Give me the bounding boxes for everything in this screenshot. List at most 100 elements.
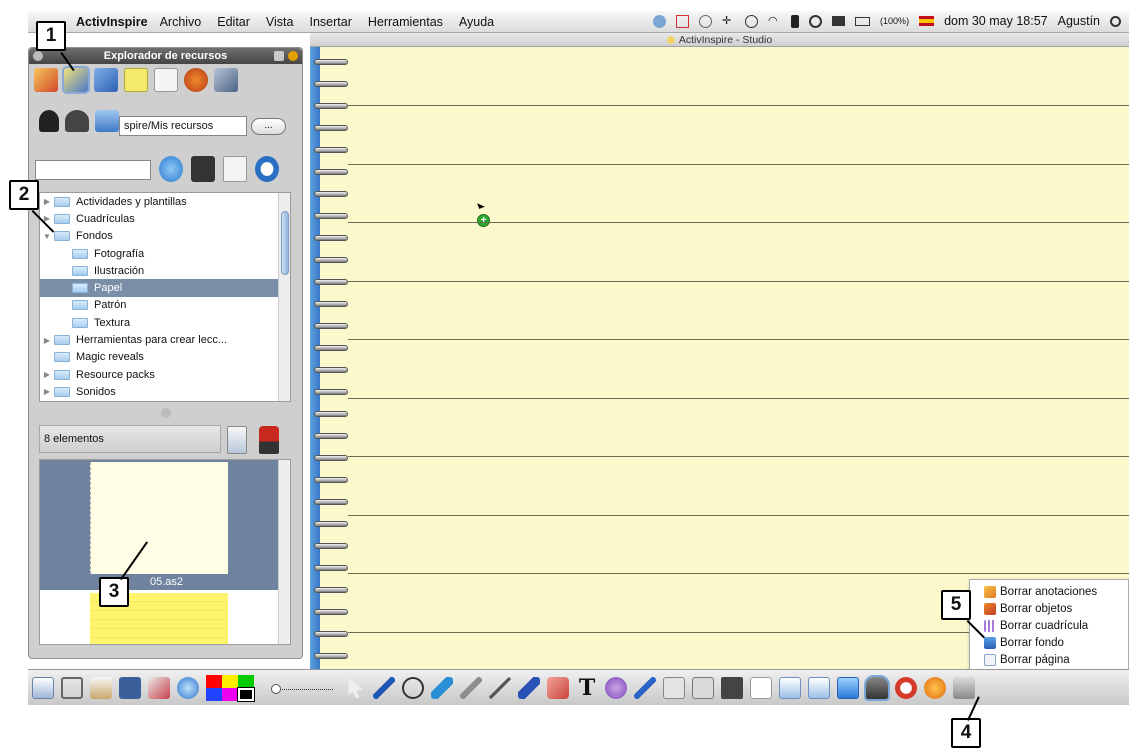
color-blue[interactable] <box>206 687 222 701</box>
computer-resources-icon[interactable] <box>95 110 119 132</box>
tree-item[interactable]: ▼ Fondos <box>40 228 290 245</box>
menu-clear-page[interactable]: Borrar página <box>984 651 1128 668</box>
resource-browser-tab-icon[interactable] <box>62 66 90 94</box>
menu-vista[interactable]: Vista <box>266 15 294 29</box>
panel-menu-icon[interactable] <box>274 51 284 61</box>
record-icon[interactable] <box>699 14 713 28</box>
my-resources-icon[interactable] <box>39 110 59 132</box>
menu-archivo[interactable]: Archivo <box>160 15 202 29</box>
spain-flag-icon[interactable] <box>919 16 935 26</box>
search-magnifier-icon[interactable] <box>255 156 279 182</box>
color-green[interactable] <box>238 674 254 688</box>
search-options-icon[interactable] <box>191 156 215 182</box>
orange-tool-icon[interactable] <box>924 676 946 699</box>
web-browser-icon[interactable] <box>177 676 199 699</box>
tree-item[interactable]: ▶ Sonidos <box>40 383 290 400</box>
pen-tool-icon[interactable] <box>373 676 395 699</box>
tree-scrollbar[interactable] <box>278 193 290 401</box>
tool-settings-icon[interactable] <box>148 676 170 699</box>
panel-close-icon[interactable] <box>33 51 43 61</box>
display-icon[interactable] <box>832 16 846 26</box>
clock-icon[interactable] <box>745 14 759 28</box>
next-page-icon[interactable] <box>808 676 830 699</box>
toolbar-more-icon[interactable] <box>953 676 975 699</box>
tree-item[interactable]: Magic reveals <box>40 349 290 366</box>
color-yellow[interactable] <box>222 674 238 688</box>
move-icon[interactable]: ✛ <box>722 15 735 28</box>
spotlight-search-icon[interactable] <box>1110 15 1121 27</box>
resource-path-field[interactable]: spire/Mis recursos <box>119 116 247 136</box>
shape-tool-icon[interactable] <box>402 676 424 699</box>
menu-clear-grid[interactable]: Borrar cuadrícula <box>984 617 1128 634</box>
panel-pin-icon[interactable] <box>288 51 298 61</box>
user-name[interactable]: Agustín <box>1058 14 1100 28</box>
thumbnail-selected[interactable]: 05.as2 <box>40 460 278 590</box>
resource-search-input[interactable] <box>35 160 151 180</box>
tree-item[interactable]: Ilustración <box>40 262 290 279</box>
tree-item[interactable]: ▶ Herramientas para crear lecc... <box>40 331 290 348</box>
clock-datetime[interactable]: dom 30 may 18:57 <box>944 14 1048 28</box>
color-black[interactable] <box>237 686 255 702</box>
tree-item[interactable]: ▶ Actividades y plantillas <box>40 193 290 210</box>
page-browser-tab-icon[interactable] <box>34 68 58 92</box>
profile-icon[interactable] <box>90 676 112 699</box>
search-go-icon[interactable] <box>159 156 183 182</box>
disclosure-triangle-icon[interactable]: ▼ <box>40 232 54 241</box>
action-browser-tab-icon[interactable] <box>184 68 208 92</box>
fullscreen-icon[interactable] <box>61 676 83 699</box>
collapse-handle-icon[interactable] <box>161 408 171 418</box>
tree-item[interactable]: Papel <box>40 279 290 297</box>
clear-tool-icon[interactable] <box>864 674 890 701</box>
main-menu-icon[interactable] <box>32 676 54 699</box>
pen-width-slider[interactable] <box>271 678 337 698</box>
menu-clear-annotations[interactable]: Borrar anotaciones <box>984 583 1128 600</box>
select-tool-icon[interactable] <box>348 677 363 699</box>
battery-icon[interactable] <box>855 16 871 26</box>
tree-item[interactable]: Patrón <box>40 297 290 314</box>
disclosure-triangle-icon[interactable]: ▶ <box>40 370 54 379</box>
voting-browser-tab-icon[interactable] <box>214 68 238 92</box>
shared-resources-icon[interactable] <box>65 110 89 132</box>
tree-item[interactable]: ▶ Cuadrículas <box>40 210 290 227</box>
disclosure-triangle-icon[interactable]: ▶ <box>40 387 54 396</box>
reset-page-icon[interactable] <box>837 676 859 699</box>
color-magenta[interactable] <box>222 687 238 701</box>
menu-herramientas[interactable]: Herramientas <box>368 15 443 29</box>
menu-ayuda[interactable]: Ayuda <box>459 15 494 29</box>
blank-page-icon[interactable] <box>750 676 772 699</box>
magic-ink-tool-icon[interactable] <box>518 676 540 699</box>
menu-clear-background[interactable]: Borrar fondo <box>984 634 1128 651</box>
wifi-icon[interactable]: ◠ <box>768 15 781 28</box>
close-box-icon[interactable] <box>676 14 690 28</box>
lock-icon[interactable] <box>791 14 800 28</box>
search-list-icon[interactable] <box>223 156 247 182</box>
pen-width-knob[interactable] <box>271 683 281 694</box>
menu-insertar[interactable]: Insertar <box>309 15 351 29</box>
property-browser-tab-icon[interactable] <box>154 68 178 92</box>
color-red[interactable] <box>206 674 222 688</box>
menu-clear-objects[interactable]: Borrar objetos <box>984 600 1128 617</box>
app-menu[interactable]: ActivInspire <box>76 15 148 29</box>
resource-list-view-icon[interactable] <box>227 426 247 454</box>
menu-editar[interactable]: Editar <box>217 15 250 29</box>
calculator-icon[interactable] <box>663 676 685 699</box>
browse-path-button[interactable]: ... <box>251 118 286 135</box>
fill-tool-icon[interactable] <box>605 676 627 699</box>
stamp-icon[interactable] <box>259 426 279 454</box>
previous-page-icon[interactable] <box>779 676 801 699</box>
notes-browser-tab-icon[interactable] <box>124 68 148 92</box>
disclosure-triangle-icon[interactable]: ▶ <box>40 336 54 345</box>
text-tool-icon[interactable]: T <box>576 677 598 699</box>
color-palette[interactable] <box>206 674 255 702</box>
disclosure-triangle-icon[interactable]: ▶ <box>40 197 54 206</box>
flipchart-page[interactable]: + <box>310 47 1129 669</box>
compass-tool-icon[interactable] <box>489 676 511 699</box>
magic-pen-tool-icon[interactable] <box>634 676 656 699</box>
desktop-annotate-icon[interactable] <box>119 676 141 699</box>
undo-icon[interactable] <box>895 676 917 699</box>
object-browser-tab-icon[interactable] <box>94 68 118 92</box>
highlighter-tool-icon[interactable] <box>431 676 453 699</box>
grid-tools-icon[interactable] <box>721 676 743 699</box>
tree-scrollbar-thumb[interactable] <box>281 211 289 275</box>
tree-item[interactable]: Textura <box>40 314 290 331</box>
